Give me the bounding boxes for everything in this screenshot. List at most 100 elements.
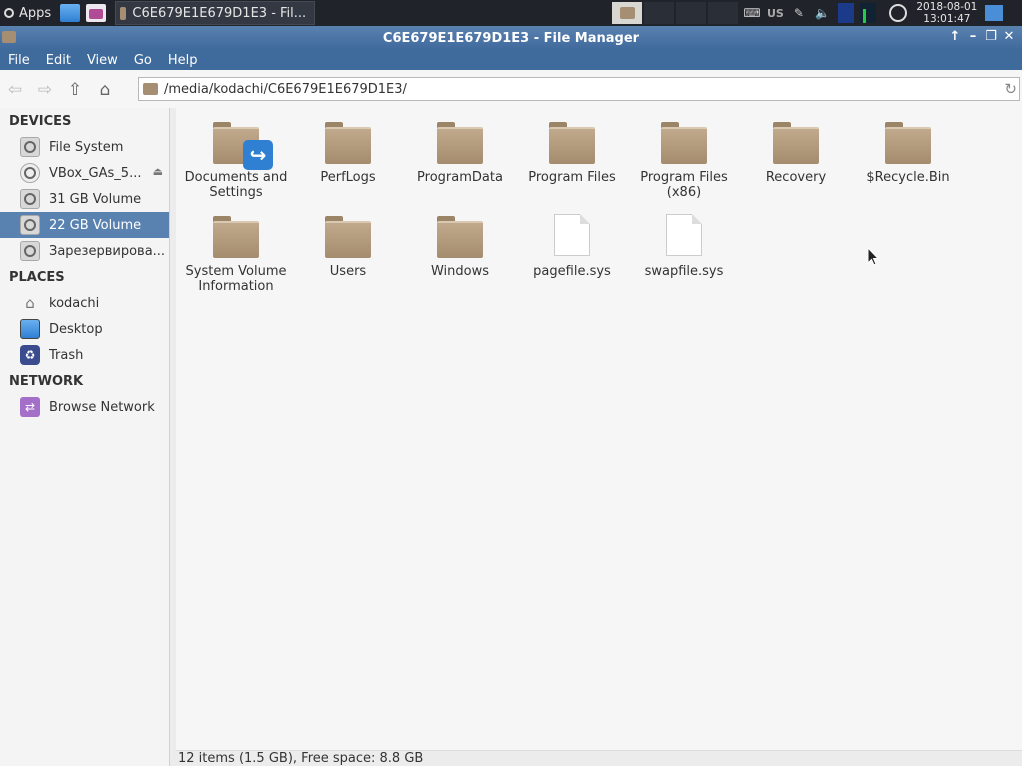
status-text: 12 items (1.5 GB), Free space: 8.8 GB bbox=[178, 751, 424, 766]
taskbar-window-button[interactable]: C6E679E1E679D1E3 - Fil... bbox=[115, 1, 316, 25]
folder-icon bbox=[773, 122, 819, 164]
document-icon bbox=[554, 214, 590, 256]
apps-menu-button[interactable]: Apps bbox=[0, 0, 57, 26]
file-item-recovery[interactable]: Recovery bbox=[740, 122, 852, 185]
file-item-label: Program Files (x86) bbox=[640, 170, 728, 200]
workspace-1[interactable] bbox=[612, 2, 642, 24]
sidebar-item-trash[interactable]: ♻ Trash bbox=[0, 342, 169, 368]
file-item-pagefile[interactable]: pagefile.sys bbox=[516, 214, 628, 279]
clock-date: 2018-08-01 bbox=[916, 1, 978, 13]
location-folder-icon bbox=[143, 83, 158, 95]
network-header: NETWORK bbox=[9, 374, 84, 389]
desktop-icon bbox=[20, 319, 40, 339]
file-item-label: Program Files bbox=[528, 170, 616, 185]
status-bar: 12 items (1.5 GB), Free space: 8.8 GB bbox=[176, 750, 1022, 766]
file-view[interactable]: ↪ Documents and Settings PerfLogs Progra… bbox=[176, 108, 1022, 748]
file-item-recycle-bin[interactable]: $Recycle.Bin bbox=[852, 122, 964, 185]
workspace-2[interactable] bbox=[644, 2, 674, 24]
keyboard-icon[interactable]: ⌨ bbox=[743, 5, 761, 21]
file-item-swapfile[interactable]: swapfile.sys bbox=[628, 214, 740, 279]
file-item-label: Users bbox=[329, 264, 367, 279]
window-maximize-icon[interactable]: ❐ bbox=[982, 29, 1000, 44]
file-item-programdata[interactable]: ProgramData bbox=[404, 122, 516, 185]
cpu-graph-icon bbox=[837, 3, 854, 23]
folder-icon: ↪ bbox=[213, 122, 273, 170]
window-minimize-icon[interactable]: – bbox=[964, 29, 982, 44]
sidebar-item-reserved-volume[interactable]: Зарезервирова... bbox=[0, 238, 169, 264]
sidebar-item-browse-network[interactable]: ⇄ Browse Network bbox=[0, 394, 169, 420]
sidebar-item-vbox-gas[interactable]: VBox_GAs_5... ⏏ bbox=[0, 160, 169, 186]
folder-icon bbox=[661, 122, 707, 164]
folder-icon bbox=[549, 122, 595, 164]
forward-button[interactable]: ⇨ bbox=[30, 76, 60, 104]
cd-icon bbox=[20, 163, 40, 183]
volume-icon[interactable]: 🔈 bbox=[814, 5, 832, 21]
folder-icon bbox=[213, 216, 259, 258]
workspace-3[interactable] bbox=[676, 2, 706, 24]
file-item-label: Documents and Settings bbox=[184, 170, 288, 200]
desktop-launcher-icon[interactable] bbox=[60, 4, 81, 22]
top-panel: Apps C6E679E1E679D1E3 - Fil... ⌨ US ✎ 🔈 … bbox=[0, 0, 1022, 26]
home-button[interactable]: ⌂ bbox=[90, 76, 120, 104]
sidebar-item-label: VBox_GAs_5... bbox=[49, 165, 142, 181]
places-header: PLACES bbox=[9, 270, 65, 285]
hard-disk-icon bbox=[20, 189, 40, 209]
folder-icon bbox=[437, 216, 483, 258]
folder-icon bbox=[325, 122, 371, 164]
menu-file[interactable]: File bbox=[0, 53, 38, 68]
location-bar[interactable]: /media/kodachi/C6E679E1E679D1E3/ ↻ bbox=[138, 77, 1020, 101]
file-manager-launcher-icon[interactable] bbox=[86, 4, 107, 22]
home-icon: ⌂ bbox=[25, 294, 35, 312]
apps-icon bbox=[4, 8, 14, 18]
file-item-label: $Recycle.Bin bbox=[866, 170, 950, 185]
menu-edit[interactable]: Edit bbox=[38, 53, 79, 68]
sidebar-item-label: 22 GB Volume bbox=[49, 217, 142, 233]
workspace-4[interactable] bbox=[708, 2, 738, 24]
system-tray: ⌨ US ✎ 🔈 2018-08-01 13:01:47 bbox=[612, 0, 1003, 26]
hard-disk-icon bbox=[20, 215, 40, 235]
symlink-arrow-icon: ↪ bbox=[243, 140, 273, 170]
sidebar-item-22gb-volume[interactable]: 22 GB Volume bbox=[0, 212, 169, 238]
clock[interactable]: 2018-08-01 13:01:47 bbox=[913, 1, 981, 25]
sidebar-item-label: Browse Network bbox=[49, 399, 155, 415]
reload-icon[interactable]: ↻ bbox=[1004, 80, 1017, 98]
menu-bar: File Edit View Go Help bbox=[0, 50, 1022, 70]
taskbar-window-title: C6E679E1E679D1E3 - Fil... bbox=[132, 5, 307, 21]
menu-view[interactable]: View bbox=[79, 53, 126, 68]
sidebar-item-label: Зарезервирова... bbox=[49, 243, 166, 259]
sidebar-item-label: Desktop bbox=[49, 321, 103, 337]
menu-help[interactable]: Help bbox=[160, 53, 206, 68]
file-item-perflogs[interactable]: PerfLogs bbox=[292, 122, 404, 185]
network-graph-icon bbox=[859, 3, 876, 23]
file-item-documents-and-settings[interactable]: ↪ Documents and Settings bbox=[180, 122, 292, 200]
home-icon: ⌂ bbox=[99, 80, 111, 100]
sidebar-item-31gb-volume[interactable]: 31 GB Volume bbox=[0, 186, 169, 212]
back-button[interactable]: ⇦ bbox=[0, 76, 30, 104]
arrow-right-icon: ⇨ bbox=[37, 80, 53, 100]
sidebar-item-file-system[interactable]: File System bbox=[0, 134, 169, 160]
file-item-windows[interactable]: Windows bbox=[404, 216, 516, 279]
window-titlebar[interactable]: C6E679E1E679D1E3 - File Manager ↑ – ❐ ✕ bbox=[0, 26, 1022, 50]
location-path[interactable]: /media/kodachi/C6E679E1E679D1E3/ bbox=[164, 82, 407, 97]
chat-icon[interactable]: ✎ bbox=[790, 5, 808, 21]
file-item-label: swapfile.sys bbox=[644, 264, 724, 279]
window-shade-icon[interactable]: ↑ bbox=[946, 29, 964, 44]
folder-icon bbox=[120, 6, 127, 20]
file-item-program-files-x86[interactable]: Program Files (x86) bbox=[628, 122, 740, 200]
sidebar-item-desktop[interactable]: Desktop bbox=[0, 316, 169, 342]
eject-icon[interactable]: ⏏ bbox=[153, 165, 163, 178]
menu-go[interactable]: Go bbox=[126, 53, 160, 68]
sidebar-item-kodachi[interactable]: ⌂ kodachi bbox=[0, 290, 169, 316]
window-close-icon[interactable]: ✕ bbox=[1000, 29, 1018, 44]
network-icon: ⇄ bbox=[20, 397, 40, 417]
file-item-users[interactable]: Users bbox=[292, 216, 404, 279]
file-item-system-volume-information[interactable]: System Volume Information bbox=[180, 216, 292, 294]
toolbar: ⇦ ⇨ ⇧ ⌂ /media/kodachi/C6E679E1E679D1E3/… bbox=[0, 74, 1022, 106]
show-desktop-icon[interactable] bbox=[984, 5, 1003, 21]
up-button[interactable]: ⇧ bbox=[60, 76, 90, 104]
file-item-label: PerfLogs bbox=[320, 170, 376, 185]
keyboard-layout[interactable]: US bbox=[767, 7, 784, 20]
power-icon[interactable] bbox=[888, 4, 907, 22]
window-folder-icon[interactable] bbox=[2, 31, 16, 43]
file-item-program-files[interactable]: Program Files bbox=[516, 122, 628, 185]
